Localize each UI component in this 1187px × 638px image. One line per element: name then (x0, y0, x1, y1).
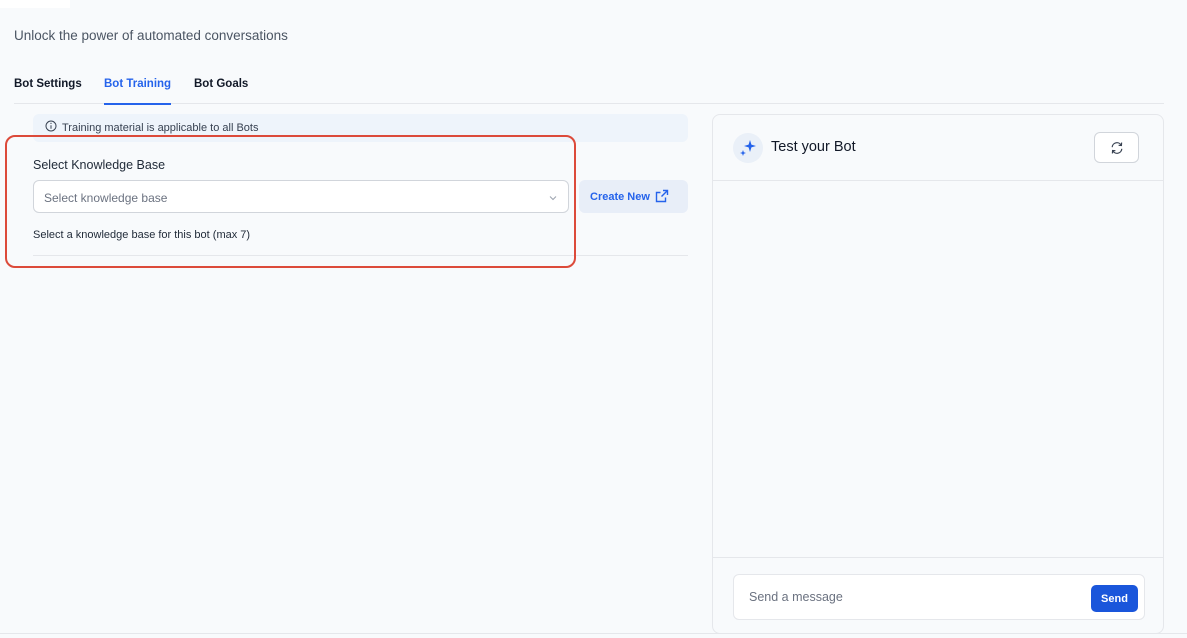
section-divider (33, 255, 688, 256)
bottom-border (0, 633, 1187, 634)
tab-bot-goals[interactable]: Bot Goals (194, 78, 248, 104)
tab-bot-settings[interactable]: Bot Settings (14, 78, 82, 104)
knowledge-base-select[interactable]: Select knowledge base (33, 180, 569, 213)
knowledge-base-help-text: Select a knowledge base for this bot (ma… (33, 229, 251, 241)
external-link-icon (654, 188, 670, 207)
create-new-label: Create New (590, 191, 650, 203)
test-bot-panel: Test your Bot Send (712, 114, 1164, 634)
chevron-down-icon (548, 192, 558, 206)
message-input[interactable] (735, 576, 1075, 618)
chat-title: Test your Bot (771, 139, 856, 155)
sparkle-icon (733, 133, 763, 163)
refresh-button[interactable] (1094, 132, 1139, 163)
message-composer: Send (733, 574, 1145, 620)
tab-bot-training[interactable]: Bot Training (104, 78, 172, 105)
info-banner: Training material is applicable to all B… (33, 114, 688, 142)
tab-bar: Bot Settings Bot Training Bot Goals (14, 78, 1164, 105)
select-placeholder: Select knowledge base (44, 191, 168, 205)
info-circle-icon (45, 120, 57, 135)
chat-header: Test your Bot (713, 115, 1163, 181)
info-banner-text: Training material is applicable to all B… (62, 122, 259, 134)
knowledge-base-title: Select Knowledge Base (33, 158, 166, 172)
create-new-button[interactable]: Create New (579, 180, 688, 213)
chat-footer-divider (713, 557, 1163, 558)
send-button[interactable]: Send (1091, 585, 1138, 612)
header-logo-area (0, 0, 70, 8)
page-subtitle: Unlock the power of automated conversati… (14, 28, 288, 43)
